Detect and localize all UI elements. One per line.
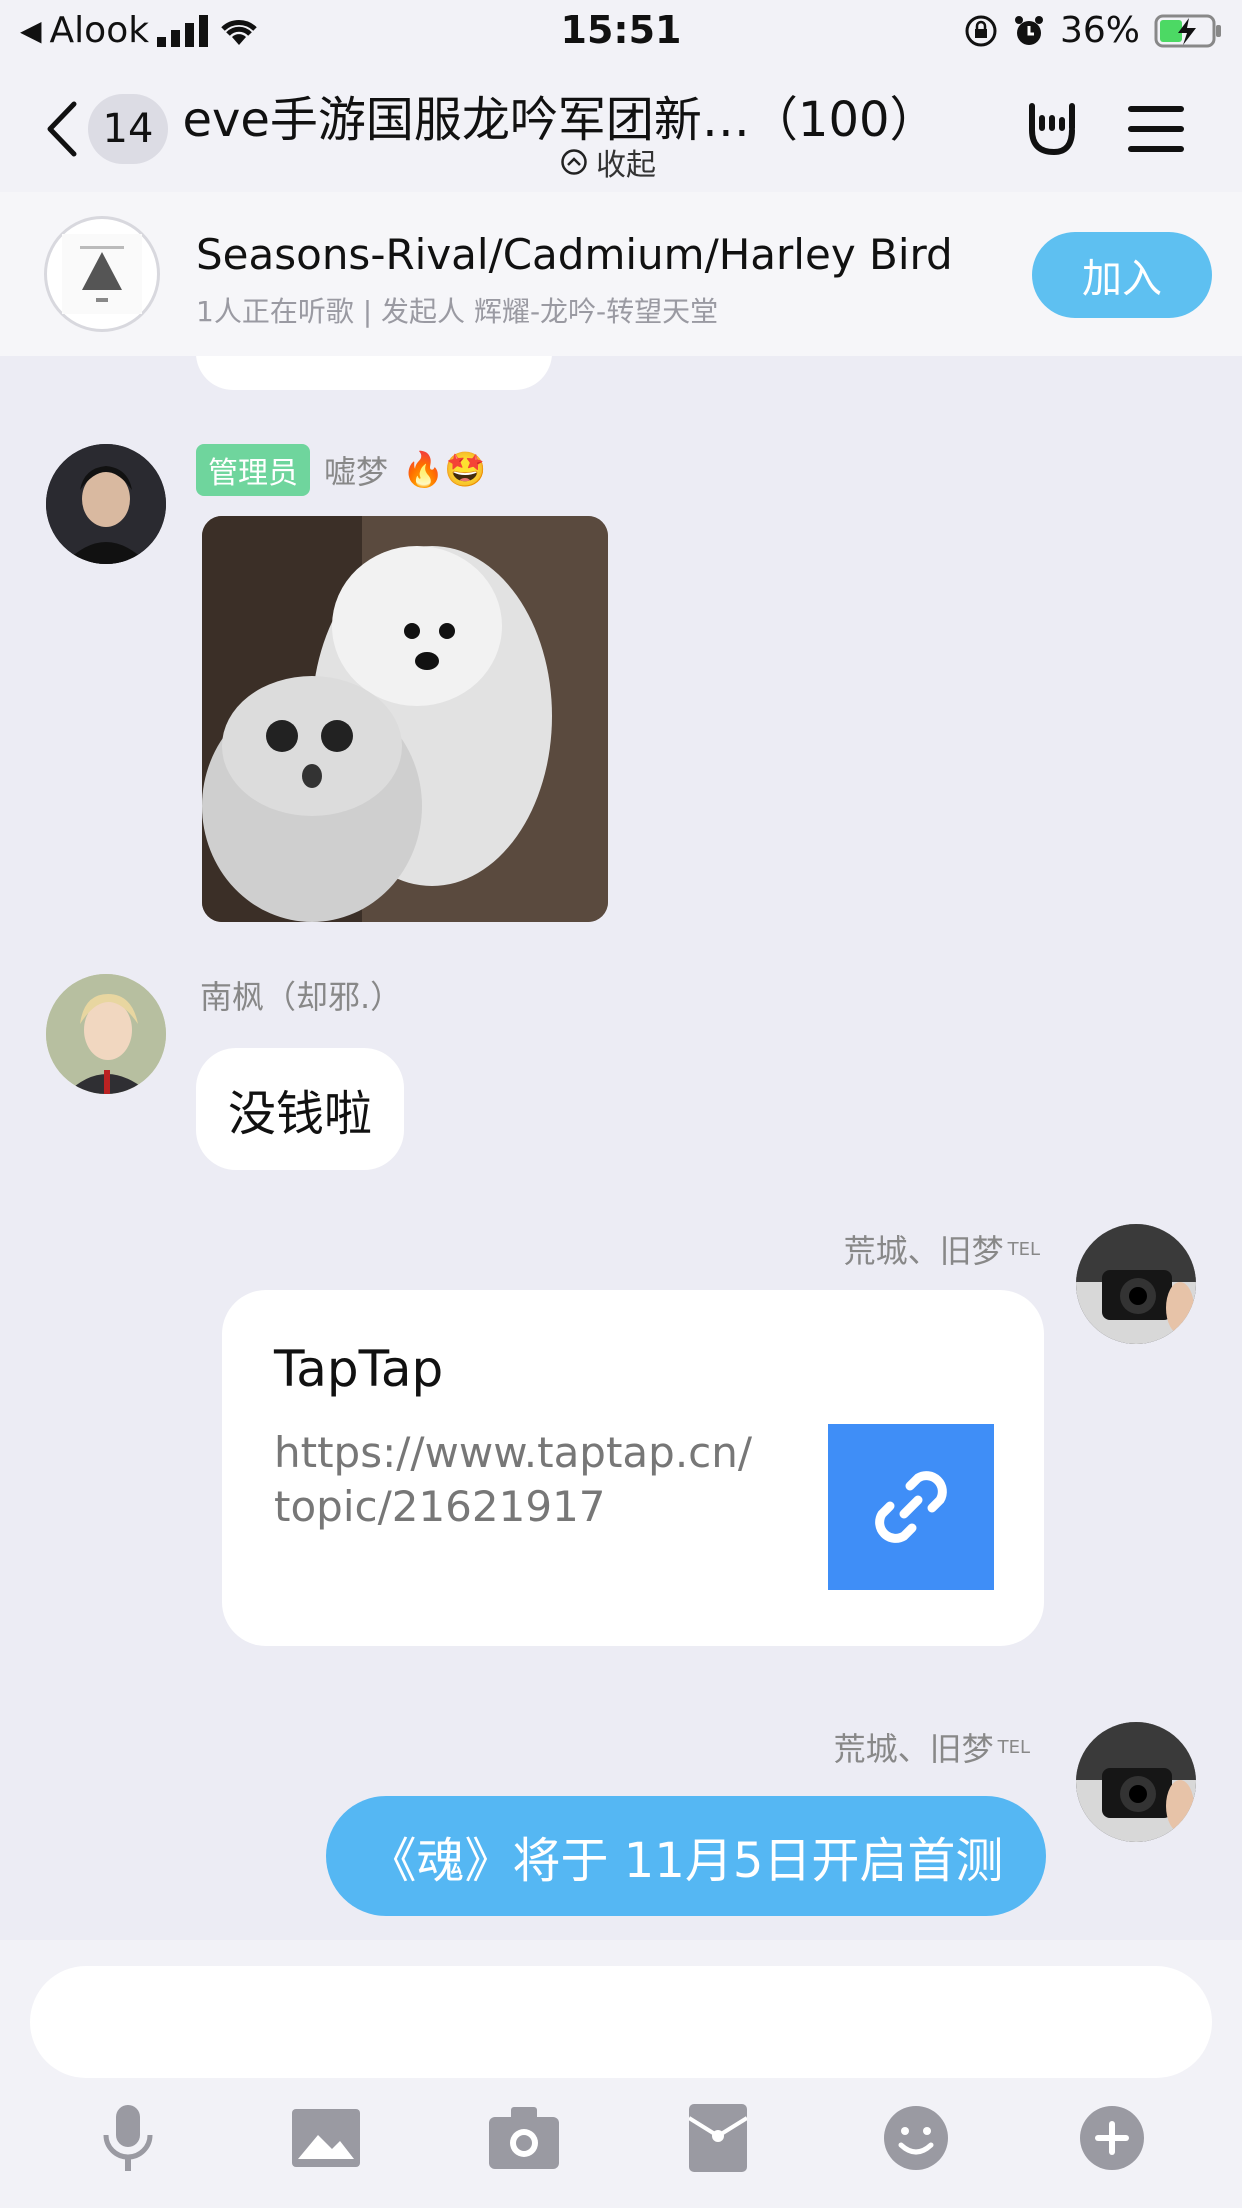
emoji-button[interactable] <box>880 2102 952 2174</box>
sender-tag: TEL <box>1007 1238 1040 1260</box>
camera-button[interactable] <box>488 2102 560 2174</box>
toolbar <box>0 2102 1242 2182</box>
avatar-image <box>1076 1722 1196 1842</box>
message-input[interactable] <box>30 1966 1212 2078</box>
sticker-image[interactable] <box>202 516 608 922</box>
input-bar <box>0 1940 1242 2208</box>
previous-message-bubble[interactable] <box>196 356 552 390</box>
avatar[interactable] <box>46 444 166 564</box>
sender-name[interactable]: 南枫（却邪.） <box>200 972 402 1018</box>
sender-name[interactable]: 嘘梦 <box>324 447 388 493</box>
status-bar: ◀ Alook 15:51 36% <box>0 0 1242 64</box>
collapse-label: 收起 <box>596 148 656 183</box>
back-button[interactable]: 14 <box>44 94 168 164</box>
sender-emoji: 🔥🤩 <box>402 450 487 490</box>
song-subtitle: 1人正在听歌 | 发起人 辉耀-龙吟-转望天堂 <box>196 295 719 328</box>
link-card-url: https://www.taptap.cn/topic/21621917 <box>274 1428 753 1531</box>
unread-count-badge: 14 <box>88 94 168 164</box>
sender-name[interactable]: 荒城、旧梦 <box>834 1724 994 1770</box>
alarm-icon <box>1014 15 1043 45</box>
avatar[interactable] <box>1076 1224 1196 1344</box>
camera-icon <box>489 2107 559 2169</box>
message-bubble[interactable]: 没钱啦 <box>196 1048 405 1170</box>
avatar-image <box>46 974 166 1094</box>
avatar[interactable] <box>46 974 166 1094</box>
message-list[interactable]: 管理员 嘘梦 🔥🤩 南枫（却邪.） 没钱啦 荒城、旧梦 TEL TapTap h… <box>0 356 1242 1940</box>
battery-charging-icon <box>1154 14 1221 47</box>
collapse-button[interactable]: 收起 <box>560 140 656 184</box>
chevron-up-circle-icon <box>561 149 587 175</box>
dog-cat-sticker <box>202 516 608 922</box>
more-button[interactable] <box>1076 2102 1148 2174</box>
plus-icon <box>1080 2106 1144 2170</box>
red-packet-button[interactable] <box>682 2102 754 2174</box>
red-packet-icon <box>689 2104 747 2172</box>
link-thumbnail <box>828 1424 994 1590</box>
battery-percent: 36% <box>1059 10 1140 51</box>
listen-together-bar[interactable]: Seasons-Rival/Cadmium/Harley Bird 1人正在听歌… <box>0 192 1242 356</box>
album-cover <box>44 216 160 332</box>
avatar[interactable] <box>1076 1722 1196 1842</box>
sender-tag: TEL <box>997 1736 1030 1758</box>
hand-gesture-icon[interactable] <box>1020 98 1080 158</box>
link-icon <box>875 1471 947 1543</box>
sender-line: 管理员 嘘梦 🔥🤩 <box>196 444 487 496</box>
gallery-button[interactable] <box>290 2102 362 2174</box>
emoji-icon <box>884 2106 948 2170</box>
link-card-title: TapTap <box>274 1340 444 1398</box>
microphone-icon <box>103 2105 153 2171</box>
avatar-image <box>1076 1224 1196 1344</box>
sender-line: 荒城、旧梦 TEL <box>844 1226 1040 1272</box>
menu-icon[interactable] <box>1128 104 1184 154</box>
album-art-icon <box>62 234 142 314</box>
image-icon <box>292 2109 360 2167</box>
avatar-image <box>46 444 166 564</box>
link-card[interactable]: TapTap https://www.taptap.cn/topic/21621… <box>222 1290 1044 1646</box>
message-bubble[interactable]: 《魂》将于 11月5日开启首测 <box>326 1796 1046 1916</box>
admin-badge: 管理员 <box>196 444 310 496</box>
song-title: Seasons-Rival/Cadmium/Harley Bird <box>196 230 953 279</box>
sender-name[interactable]: 荒城、旧梦 <box>844 1226 1004 1272</box>
voice-button[interactable] <box>92 2102 164 2174</box>
chat-header: 14 eve手游国服龙吟军团新…（100） 收起 <box>0 64 1242 192</box>
chevron-left-icon <box>47 101 77 157</box>
sender-line: 荒城、旧梦 TEL <box>834 1724 1030 1770</box>
join-button[interactable]: 加入 <box>1032 232 1212 318</box>
rotation-lock-icon <box>965 15 997 46</box>
